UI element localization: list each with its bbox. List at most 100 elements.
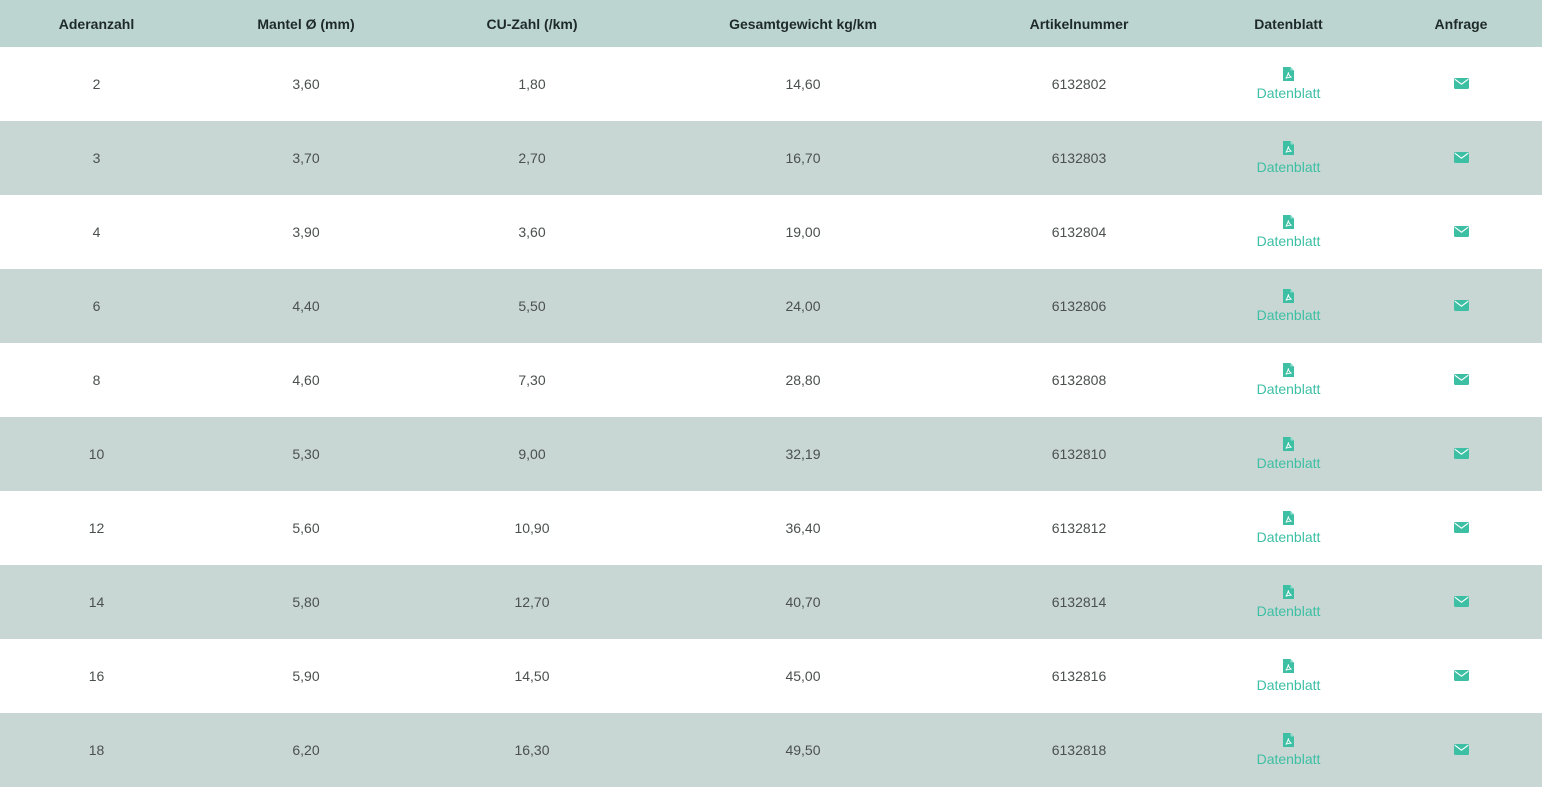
pdf-file-icon [1282,215,1294,229]
cell-cu-zahl: 10,90 [419,491,645,565]
inquiry-button[interactable] [1453,300,1469,311]
pdf-file-icon [1282,659,1294,673]
cell-datenblatt: Datenblatt [1197,121,1380,195]
cell-anfrage [1380,343,1542,417]
header-datenblatt: Datenblatt [1197,0,1380,47]
datasheet-link[interactable]: Datenblatt [1256,215,1321,249]
cell-cu-zahl: 2,70 [419,121,645,195]
cell-gesamtgewicht: 40,70 [645,565,961,639]
envelope-icon [1453,374,1469,385]
cell-aderanzahl: 14 [0,565,193,639]
cell-gesamtgewicht: 45,00 [645,639,961,713]
cell-gesamtgewicht: 28,80 [645,343,961,417]
envelope-icon [1453,522,1469,533]
datasheet-label: Datenblatt [1256,603,1321,619]
cell-artikelnummer: 6132810 [961,417,1197,491]
datasheet-link[interactable]: Datenblatt [1256,437,1321,471]
header-artikelnummer: Artikelnummer [961,0,1197,47]
datasheet-link[interactable]: Datenblatt [1256,67,1321,101]
cell-artikelnummer: 6132818 [961,713,1197,787]
header-row: Aderanzahl Mantel Ø (mm) CU-Zahl (/km) G… [0,0,1542,47]
inquiry-button[interactable] [1453,78,1469,89]
cell-gesamtgewicht: 16,70 [645,121,961,195]
product-table: Aderanzahl Mantel Ø (mm) CU-Zahl (/km) G… [0,0,1542,787]
table-row: 6 4,40 5,50 24,00 6132806 Datenblatt [0,269,1542,343]
datasheet-label: Datenblatt [1256,233,1321,249]
table-row: 14 5,80 12,70 40,70 6132814 Datenblatt [0,565,1542,639]
envelope-icon [1453,226,1469,237]
pdf-file-icon [1282,67,1294,81]
cell-mantel: 5,80 [193,565,419,639]
cell-anfrage [1380,417,1542,491]
cell-anfrage [1380,565,1542,639]
cell-aderanzahl: 8 [0,343,193,417]
inquiry-button[interactable] [1453,522,1469,533]
inquiry-button[interactable] [1453,152,1469,163]
cell-gesamtgewicht: 19,00 [645,195,961,269]
envelope-icon [1453,744,1469,755]
cell-artikelnummer: 6132808 [961,343,1197,417]
table-row: 4 3,90 3,60 19,00 6132804 Datenblatt [0,195,1542,269]
cell-artikelnummer: 6132816 [961,639,1197,713]
pdf-file-icon [1282,511,1294,525]
header-cu-zahl: CU-Zahl (/km) [419,0,645,47]
table-header: Aderanzahl Mantel Ø (mm) CU-Zahl (/km) G… [0,0,1542,47]
inquiry-button[interactable] [1453,448,1469,459]
datasheet-label: Datenblatt [1256,677,1321,693]
envelope-icon [1453,448,1469,459]
cell-gesamtgewicht: 14,60 [645,47,961,121]
envelope-icon [1453,596,1469,607]
inquiry-button[interactable] [1453,374,1469,385]
cell-mantel: 4,60 [193,343,419,417]
datasheet-link[interactable]: Datenblatt [1256,289,1321,323]
cell-artikelnummer: 6132814 [961,565,1197,639]
cell-mantel: 3,70 [193,121,419,195]
inquiry-button[interactable] [1453,226,1469,237]
cell-aderanzahl: 3 [0,121,193,195]
datasheet-link[interactable]: Datenblatt [1256,733,1321,767]
datasheet-label: Datenblatt [1256,85,1321,101]
cell-datenblatt: Datenblatt [1197,269,1380,343]
cell-gesamtgewicht: 24,00 [645,269,961,343]
table-row: 8 4,60 7,30 28,80 6132808 Datenblatt [0,343,1542,417]
cell-datenblatt: Datenblatt [1197,47,1380,121]
cell-anfrage [1380,47,1542,121]
datasheet-label: Datenblatt [1256,455,1321,471]
cell-gesamtgewicht: 36,40 [645,491,961,565]
datasheet-label: Datenblatt [1256,751,1321,767]
datasheet-label: Datenblatt [1256,307,1321,323]
inquiry-button[interactable] [1453,744,1469,755]
cell-anfrage [1380,195,1542,269]
datasheet-label: Datenblatt [1256,159,1321,175]
datasheet-link[interactable]: Datenblatt [1256,585,1321,619]
cell-mantel: 3,90 [193,195,419,269]
datasheet-link[interactable]: Datenblatt [1256,141,1321,175]
cell-datenblatt: Datenblatt [1197,417,1380,491]
datasheet-link[interactable]: Datenblatt [1256,659,1321,693]
cell-datenblatt: Datenblatt [1197,343,1380,417]
cell-cu-zahl: 12,70 [419,565,645,639]
cell-artikelnummer: 6132804 [961,195,1197,269]
cell-datenblatt: Datenblatt [1197,565,1380,639]
cell-artikelnummer: 6132806 [961,269,1197,343]
cell-anfrage [1380,121,1542,195]
datasheet-link[interactable]: Datenblatt [1257,363,1320,397]
envelope-icon [1453,670,1469,681]
pdf-file-icon [1282,733,1294,747]
table-row: 10 5,30 9,00 32,19 6132810 Datenblatt [0,417,1542,491]
cell-artikelnummer: 6132803 [961,121,1197,195]
cell-cu-zahl: 14,50 [419,639,645,713]
table-row: 3 3,70 2,70 16,70 6132803 Datenblatt [0,121,1542,195]
table-body: 2 3,60 1,80 14,60 6132802 Datenblatt 3 3… [0,47,1542,787]
pdf-file-icon [1282,363,1294,377]
envelope-icon [1453,78,1469,89]
cell-cu-zahl: 7,30 [419,343,645,417]
cell-mantel: 4,40 [193,269,419,343]
cell-mantel: 3,60 [193,47,419,121]
pdf-file-icon [1282,437,1294,451]
cell-aderanzahl: 18 [0,713,193,787]
inquiry-button[interactable] [1453,670,1469,681]
inquiry-button[interactable] [1453,596,1469,607]
header-gesamtgewicht: Gesamtgewicht kg/km [645,0,961,47]
datasheet-link[interactable]: Datenblatt [1257,511,1320,545]
